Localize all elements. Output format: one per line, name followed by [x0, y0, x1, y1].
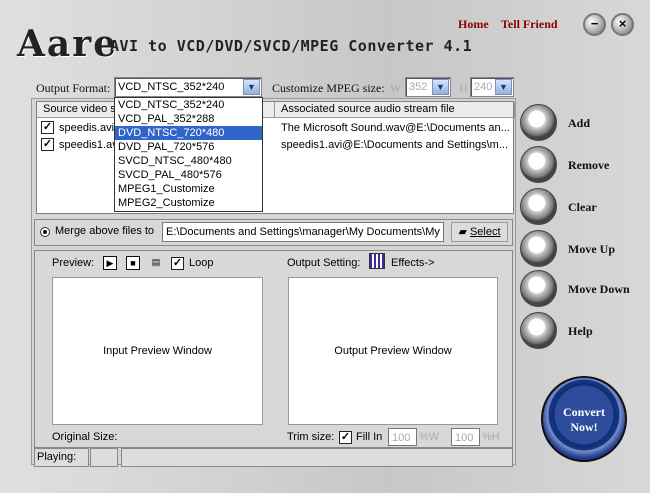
remove-button[interactable]: Remove	[520, 146, 640, 186]
home-link[interactable]: Home	[458, 17, 489, 32]
move-down-label: Move Down	[568, 282, 630, 296]
button-disc-icon	[520, 104, 557, 141]
loop-label: Loop	[189, 257, 214, 269]
custom-height-value: 240	[474, 81, 493, 93]
preview-label: Preview:	[52, 257, 95, 269]
button-disc-icon	[520, 312, 557, 349]
height-label: H	[459, 81, 468, 95]
width-label: W	[390, 81, 402, 95]
effects-icon[interactable]	[369, 253, 385, 269]
document-icon[interactable]: ▤	[149, 256, 163, 270]
input-preview-window: Input Preview Window	[52, 277, 263, 425]
button-disc-icon	[520, 230, 557, 267]
convert-now-button[interactable]: Convert Now!	[541, 376, 627, 462]
remove-label: Remove	[568, 158, 610, 172]
format-option[interactable]: MPEG1_Customize	[115, 182, 262, 196]
select-label: Select	[469, 226, 501, 238]
app-logo: Aare	[17, 23, 119, 65]
minimize-button[interactable]: −	[583, 13, 606, 36]
output-format-value: VCD_NTSC_352*240	[118, 81, 225, 93]
custom-height-select[interactable]: 240 ▼	[470, 77, 514, 97]
stop-icon[interactable]: ■	[126, 256, 140, 270]
trim-width-unit: %W	[419, 431, 440, 443]
output-preview-window: Output Preview Window	[288, 277, 498, 425]
effects-button[interactable]: Effects->	[391, 257, 435, 269]
custom-width-value: 352	[409, 81, 428, 93]
play-icon[interactable]: ▶	[103, 256, 117, 270]
audio-stream-column[interactable]: Associated source audio stream file	[275, 102, 515, 118]
status-panel	[90, 448, 118, 467]
trim-width-input[interactable]: 100	[388, 428, 417, 446]
button-disc-icon	[520, 270, 557, 307]
format-option[interactable]: SVCD_PAL_480*576	[115, 168, 262, 182]
file-row[interactable]: ✓ speedis.avi@ The Microsoft Sound.wav@E…	[37, 120, 515, 136]
format-option-selected[interactable]: DVD_NTSC_720*480	[115, 126, 262, 140]
move-up-button[interactable]: Move Up	[520, 230, 640, 270]
add-label: Add	[568, 116, 591, 130]
original-size-label: Original Size:	[52, 431, 118, 443]
convert-label: Convert	[563, 405, 605, 419]
move-down-button[interactable]: Move Down	[520, 270, 640, 310]
format-option[interactable]: VCD_NTSC_352*240	[115, 98, 262, 112]
now-label: Now!	[570, 420, 598, 434]
help-button[interactable]: Help	[520, 312, 640, 352]
format-option[interactable]: DVD_PAL_720*576	[115, 140, 262, 154]
audio-stream-file: The Microsoft Sound.wav@E:\Documents an.…	[281, 122, 510, 134]
converter-window: Aare AVI to VCD/DVD/SVCD/MPEG Converter …	[0, 0, 650, 493]
loop-checkbox[interactable]: ✓	[171, 257, 184, 270]
app-title: AVI to VCD/DVD/SVCD/MPEG Converter 4.1	[110, 37, 473, 55]
tell-friend-link[interactable]: Tell Friend	[501, 17, 558, 32]
custom-width-select[interactable]: 352 ▼	[405, 77, 451, 97]
close-button[interactable]: ×	[611, 13, 634, 36]
clear-button[interactable]: Clear	[520, 188, 640, 228]
playing-status: Playing:	[34, 448, 89, 467]
button-disc-icon	[520, 188, 557, 225]
radio-dot-icon	[43, 230, 47, 234]
file-list-header: Source video s Associated source audio s…	[37, 102, 515, 118]
fill-in-label: Fill In	[356, 431, 383, 443]
move-up-label: Move Up	[568, 242, 615, 256]
trim-size-label: Trim size:	[287, 431, 335, 443]
output-format-select[interactable]: VCD_NTSC_352*240 ▼	[114, 77, 262, 97]
fill-in-checkbox[interactable]: ✓	[339, 431, 352, 444]
trim-height-unit: %H	[482, 431, 500, 443]
customize-size-label: Customize MPEG size:	[272, 81, 385, 95]
format-option[interactable]: MPEG2_Customize	[115, 196, 262, 210]
file-checkbox[interactable]: ✓	[41, 138, 54, 151]
trim-height-input[interactable]: 100	[451, 428, 480, 446]
format-option[interactable]: SVCD_NTSC_480*480	[115, 154, 262, 168]
chevron-down-icon[interactable]: ▼	[495, 79, 512, 95]
source-file-list[interactable]: Source video s Associated source audio s…	[36, 101, 515, 214]
merge-radio[interactable]	[40, 227, 50, 237]
file-checkbox[interactable]: ✓	[41, 121, 54, 134]
folder-icon: ▰	[458, 226, 467, 238]
output-format-label: Output Format:	[36, 81, 111, 95]
clear-label: Clear	[568, 200, 597, 214]
audio-stream-file: speedis1.avi@E:\Documents and Settings\m…	[281, 139, 508, 151]
chevron-down-icon[interactable]: ▼	[243, 79, 260, 95]
add-button[interactable]: Add	[520, 104, 640, 144]
format-option[interactable]: VCD_PAL_352*288	[115, 112, 262, 126]
help-label: Help	[568, 324, 593, 338]
merge-label: Merge above files to	[55, 225, 155, 237]
merge-output-path[interactable]: E:\Documents and Settings\manager\My Doc…	[162, 222, 444, 242]
output-setting-label: Output Setting:	[287, 257, 361, 269]
chevron-down-icon[interactable]: ▼	[432, 79, 449, 95]
file-row[interactable]: ✓ speedis1.av speedis1.avi@E:\Documents …	[37, 137, 515, 153]
button-disc-icon	[520, 146, 557, 183]
status-panel	[121, 448, 513, 467]
select-folder-button[interactable]: ▰ Select	[451, 222, 508, 242]
output-format-dropdown-list[interactable]: VCD_NTSC_352*240 VCD_PAL_352*288 DVD_NTS…	[114, 97, 263, 212]
